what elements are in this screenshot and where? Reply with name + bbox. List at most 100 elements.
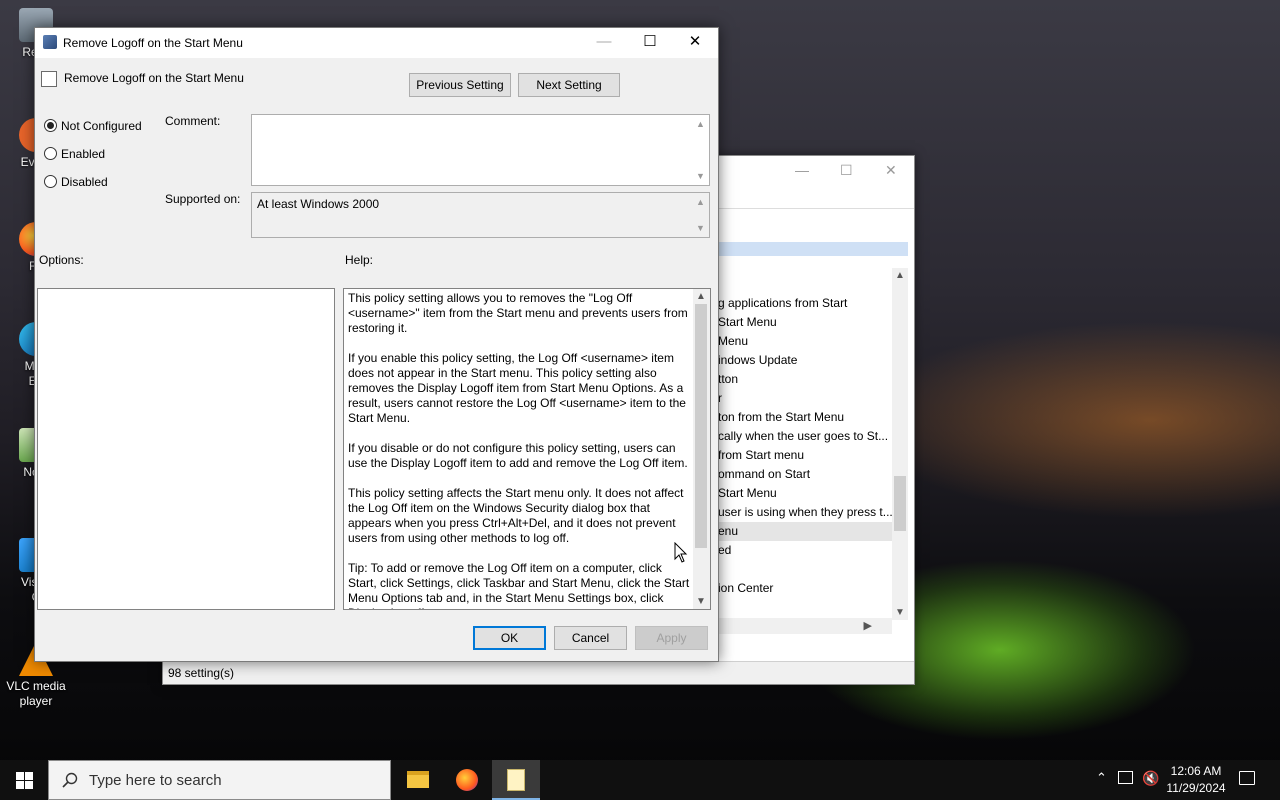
supported-on-label: Supported on: [165,192,241,206]
list-item[interactable]: cally when the user goes to St... [718,427,894,446]
comment-scrollbar[interactable]: ▲ ▼ [695,117,707,183]
settings-count: 98 setting(s) [168,666,235,680]
list-header [718,242,908,256]
list-item[interactable]: from Start menu [718,446,894,465]
firefox-icon [456,769,478,791]
settings-list[interactable]: g applications from Start Start Menu Men… [718,256,894,618]
comment-label: Comment: [165,114,221,128]
supported-on-value: At least Windows 2000 [257,197,380,211]
cancel-button[interactable]: Cancel [554,626,627,650]
maximize-icon[interactable]: ☐ [840,162,853,179]
search-placeholder: Type here to search [89,772,222,789]
radio-label: Not Configured [61,119,142,133]
radio-label: Disabled [61,175,108,189]
list-item[interactable] [718,275,894,294]
status-bar: 98 setting(s) [163,661,914,684]
options-panel[interactable] [37,288,335,610]
list-item[interactable]: Start Menu [718,313,894,332]
taskbar-file-explorer[interactable] [394,760,442,800]
options-label: Options: [39,253,84,267]
radio-icon [44,175,57,188]
radio-not-configured[interactable]: Not Configured [44,118,142,134]
file-explorer-icon [407,771,429,788]
list-item[interactable] [718,560,894,579]
scroll-up-icon[interactable]: ▲ [696,291,706,302]
list-item[interactable]: Start Menu [718,484,894,503]
list-item[interactable]: indows Update [718,351,894,370]
help-scrollbar[interactable]: ▲ ▼ [693,289,710,609]
scroll-down-icon[interactable]: ▼ [895,607,905,618]
close-icon[interactable]: ✕ [672,28,718,58]
list-item[interactable]: g applications from Start [718,294,894,313]
scroll-down-icon[interactable]: ▼ [696,223,705,233]
ok-button[interactable]: OK [473,626,546,650]
list-item[interactable]: tton [718,370,894,389]
taskbar-notepad[interactable] [492,760,540,800]
radio-selected-icon [44,119,57,132]
minimize-icon[interactable]: — [795,162,809,178]
help-paragraph: This policy setting allows you to remove… [348,291,688,335]
apply-button[interactable]: Apply [635,626,708,650]
minimize-icon[interactable]: — [581,28,627,58]
maximize-icon[interactable]: ☐ [627,28,673,58]
supported-scrollbar[interactable]: ▲ ▼ [695,195,707,235]
list-item[interactable]: ommand on Start [718,465,894,484]
radio-icon [44,147,57,160]
help-paragraph: If you enable this policy setting, the L… [348,351,686,425]
radio-disabled[interactable]: Disabled [44,174,108,190]
dialog-title: Remove Logoff on the Start Menu [63,36,243,50]
start-button[interactable] [0,760,48,800]
close-icon[interactable]: ✕ [885,162,897,179]
dialog-titlebar[interactable]: Remove Logoff on the Start Menu — ☐ ✕ [35,28,718,58]
policy-icon [43,35,57,49]
help-paragraph: If you disable or do not configure this … [348,441,688,470]
search-icon [62,772,78,788]
mouse-cursor-icon [674,542,688,563]
setting-icon [41,71,57,87]
horizontal-scrollbar[interactable]: ▶ [718,618,892,634]
notifications-icon[interactable] [1239,771,1255,785]
notepad-icon [507,769,525,791]
list-item[interactable]: r [718,389,894,408]
vertical-scrollbar[interactable]: ▲ ▼ [892,268,908,620]
scroll-down-icon[interactable]: ▼ [696,171,705,181]
comment-field[interactable]: ▲ ▼ [251,114,710,186]
policy-setting-dialog[interactable]: Remove Logoff on the Start Menu — ☐ ✕ Re… [34,27,719,662]
volume-muted-icon[interactable]: 🔇 [1142,770,1159,787]
help-panel: This policy setting allows you to remove… [343,288,711,610]
show-hidden-icons-chevron-up-icon[interactable]: ⌃ [1096,770,1107,786]
list-item[interactable]: ion Center [718,579,894,598]
help-paragraph: Tip: To add or remove the Log Off item o… [348,561,690,609]
taskbar-clock[interactable]: 12:06 AM 11/29/2024 [1158,763,1234,797]
list-item[interactable]: user is using when they press t... [718,503,894,522]
list-item[interactable] [718,256,894,275]
scroll-up-icon[interactable]: ▲ [696,197,705,207]
policy-name: Remove Logoff on the Start Menu [64,71,244,85]
taskbar-firefox[interactable] [443,760,491,800]
list-item[interactable]: Menu [718,332,894,351]
clock-date: 11/29/2024 [1166,781,1226,795]
radio-label: Enabled [61,147,106,161]
list-item[interactable]: ton from the Start Menu [718,408,894,427]
help-text: This policy setting allows you to remove… [348,291,690,609]
network-icon[interactable] [1118,771,1133,784]
scroll-up-icon[interactable]: ▲ [895,270,905,281]
scrollbar-thumb[interactable] [695,304,707,548]
clock-time: 12:06 AM [1170,764,1222,778]
scroll-down-icon[interactable]: ▼ [696,596,706,607]
supported-on-field: At least Windows 2000 ▲ ▼ [251,192,710,238]
list-item[interactable]: ed [718,541,894,560]
scroll-right-icon[interactable]: ▶ [864,619,872,632]
taskbar-search-box[interactable]: Type here to search [48,760,391,800]
next-setting-button[interactable]: Next Setting [518,73,620,97]
scroll-up-icon[interactable]: ▲ [696,119,705,129]
taskbar: Type here to search ⌃ 🔇 12:06 AM 11/29/2… [0,760,1280,800]
windows-logo-icon [16,772,33,789]
list-item-selected[interactable]: enu [718,522,894,541]
radio-enabled[interactable]: Enabled [44,146,105,162]
previous-setting-button[interactable]: Previous Setting [409,73,511,97]
help-paragraph: This policy setting affects the Start me… [348,486,684,545]
scrollbar-thumb[interactable] [894,476,906,531]
desktop-icon-label: VLC media player [6,679,66,708]
help-label: Help: [345,253,374,267]
